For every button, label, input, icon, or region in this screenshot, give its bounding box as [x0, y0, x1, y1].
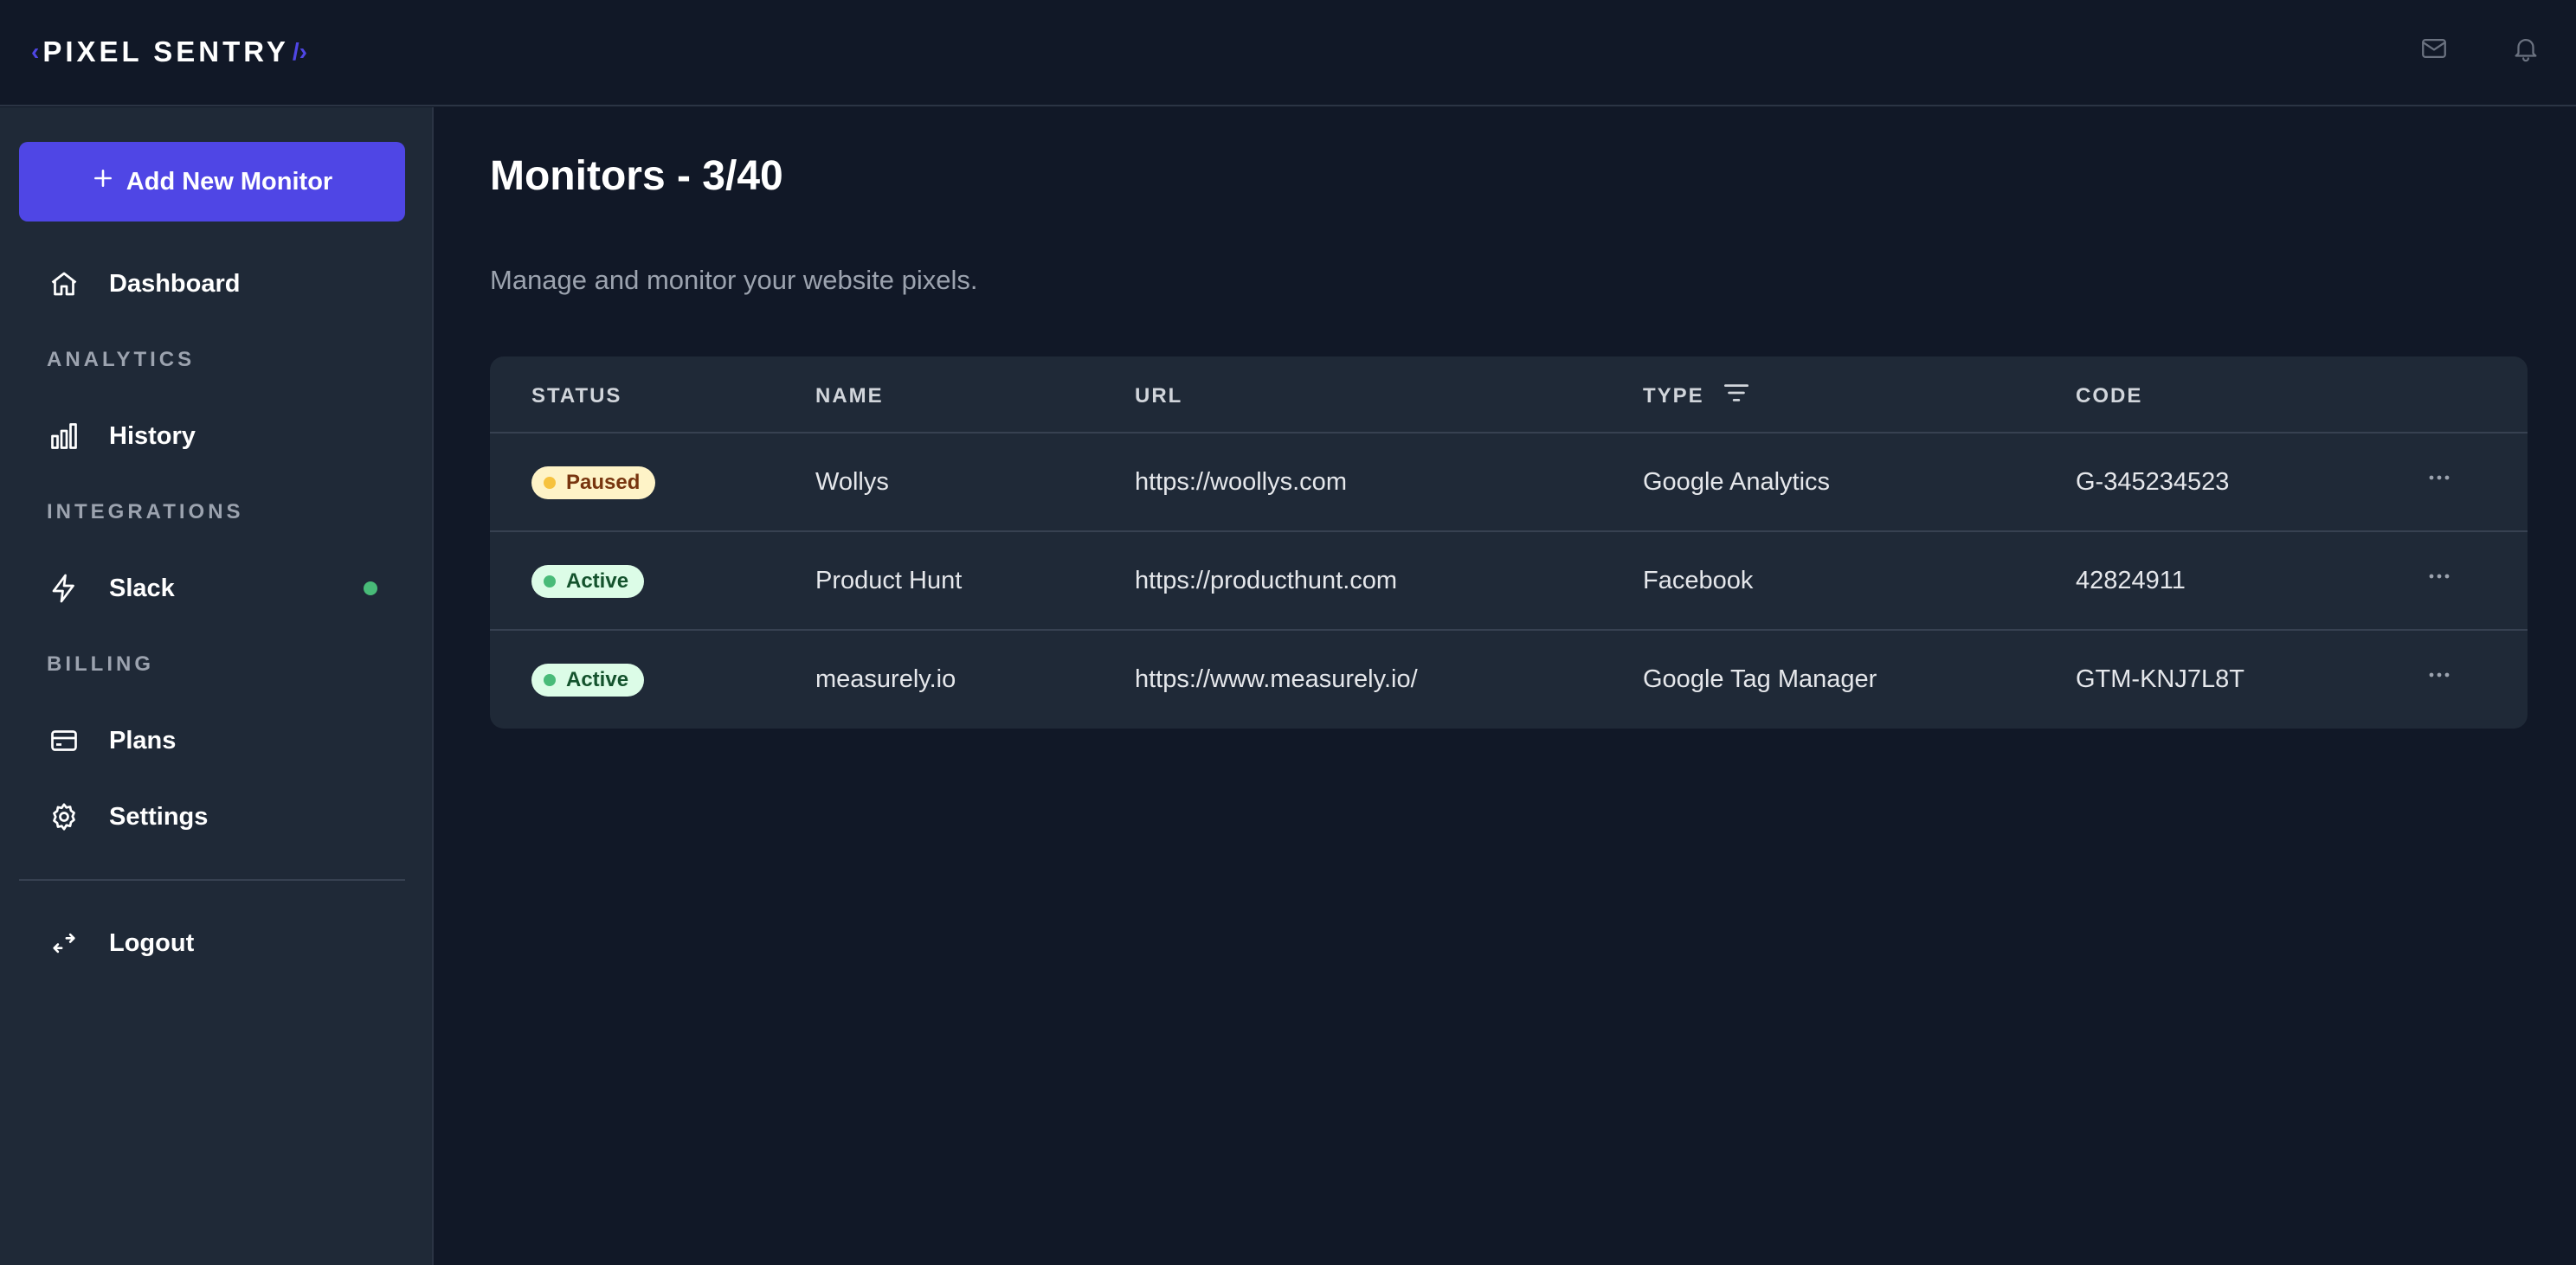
- sidebar-item-label: Plans: [109, 726, 177, 755]
- section-label-billing: BILLING: [47, 652, 154, 676]
- status-label: Active: [566, 569, 629, 593]
- page-title: Monitors - 3/40: [490, 153, 783, 199]
- cell-code: GTM-KNJ7L8T: [2076, 665, 2244, 693]
- cell-type: Facebook: [1643, 567, 1754, 594]
- lightning-icon: [47, 571, 81, 606]
- column-header-name: NAME: [815, 384, 884, 408]
- status-badge: Active: [531, 664, 645, 697]
- status-dot: [544, 575, 556, 588]
- sidebar-item-settings[interactable]: Settings: [47, 791, 393, 843]
- cell-type: Google Analytics: [1643, 468, 1831, 496]
- status-badge: Paused: [531, 466, 656, 499]
- sidebar-item-label: History: [109, 421, 196, 450]
- cell-name: Wollys: [815, 468, 889, 496]
- column-header-type-label: TYPE: [1643, 383, 1704, 408]
- cell-type: Google Tag Manager: [1643, 665, 1877, 693]
- gear-icon: [47, 799, 81, 834]
- logo[interactable]: ‹ PIXEL SENTRY /›: [31, 33, 307, 71]
- sidebar-item-slack[interactable]: Slack: [47, 562, 377, 614]
- add-new-monitor-label: Add New Monitor: [126, 167, 333, 196]
- status-dot: [544, 477, 556, 489]
- cell-name: measurely.io: [815, 665, 956, 693]
- header-actions: [2417, 31, 2543, 66]
- more-options-icon[interactable]: [2422, 465, 2457, 491]
- top-bar: ‹ PIXEL SENTRY /›: [0, 0, 2576, 106]
- bar-chart-icon: [47, 419, 81, 453]
- sidebar-item-plans[interactable]: Plans: [47, 715, 393, 767]
- column-header-type[interactable]: TYPE: [1643, 381, 1751, 411]
- column-header-code: CODE: [2076, 384, 2143, 408]
- table-row[interactable]: Paused Wollys https://woollys.com Google…: [490, 433, 2528, 532]
- sidebar: Add New Monitor Dashboard ANALYTICS Hist…: [0, 107, 434, 1265]
- logo-right-bracket: /›: [292, 38, 307, 65]
- bell-icon[interactable]: [2508, 31, 2543, 66]
- table-row[interactable]: Active measurely.io https://www.measurel…: [490, 631, 2528, 729]
- section-label-integrations: INTEGRATIONS: [47, 500, 244, 523]
- sidebar-divider: [19, 879, 405, 881]
- sidebar-item-label: Dashboard: [109, 269, 241, 298]
- sidebar-item-dashboard[interactable]: Dashboard: [47, 258, 393, 310]
- cell-url[interactable]: https://www.measurely.io/: [1135, 665, 1418, 694]
- add-new-monitor-button[interactable]: Add New Monitor: [19, 142, 405, 222]
- sidebar-item-logout[interactable]: Logout: [47, 917, 393, 969]
- sidebar-item-label: Settings: [109, 802, 209, 831]
- sidebar-item-label: Slack: [109, 574, 175, 602]
- status-badge: Active: [531, 565, 645, 598]
- page-subtitle: Manage and monitor your website pixels.: [490, 265, 978, 295]
- logo-text: PIXEL SENTRY: [42, 35, 289, 67]
- monitors-table: STATUS NAME URL TYPE CODE Paused Wollys …: [490, 356, 2528, 729]
- sidebar-item-label: Logout: [109, 928, 195, 957]
- connected-status-dot: [364, 581, 377, 595]
- logout-icon: [47, 926, 81, 960]
- cell-code: G-345234523: [2076, 468, 2230, 496]
- filter-icon[interactable]: [1722, 381, 1751, 411]
- cell-url[interactable]: https://woollys.com: [1135, 468, 1347, 497]
- logo-left-bracket: ‹: [31, 38, 40, 65]
- more-options-icon[interactable]: [2422, 563, 2457, 589]
- section-label-analytics: ANALYTICS: [47, 348, 196, 371]
- status-dot: [544, 674, 556, 686]
- table-header: STATUS NAME URL TYPE CODE: [490, 356, 2528, 433]
- table-row[interactable]: Active Product Hunt https://producthunt.…: [490, 532, 2528, 631]
- plus-icon: [92, 167, 114, 196]
- cell-name: Product Hunt: [815, 567, 963, 594]
- status-label: Paused: [566, 471, 641, 494]
- column-header-status: STATUS: [531, 384, 622, 408]
- cell-code: 42824911: [2076, 567, 2186, 594]
- column-header-url: URL: [1135, 384, 1183, 408]
- more-options-icon[interactable]: [2422, 662, 2457, 688]
- credit-card-icon: [47, 723, 81, 758]
- mail-icon[interactable]: [2417, 31, 2451, 66]
- home-icon: [47, 266, 81, 301]
- cell-url[interactable]: https://producthunt.com: [1135, 567, 1397, 595]
- sidebar-item-history[interactable]: History: [47, 410, 393, 462]
- status-label: Active: [566, 668, 629, 691]
